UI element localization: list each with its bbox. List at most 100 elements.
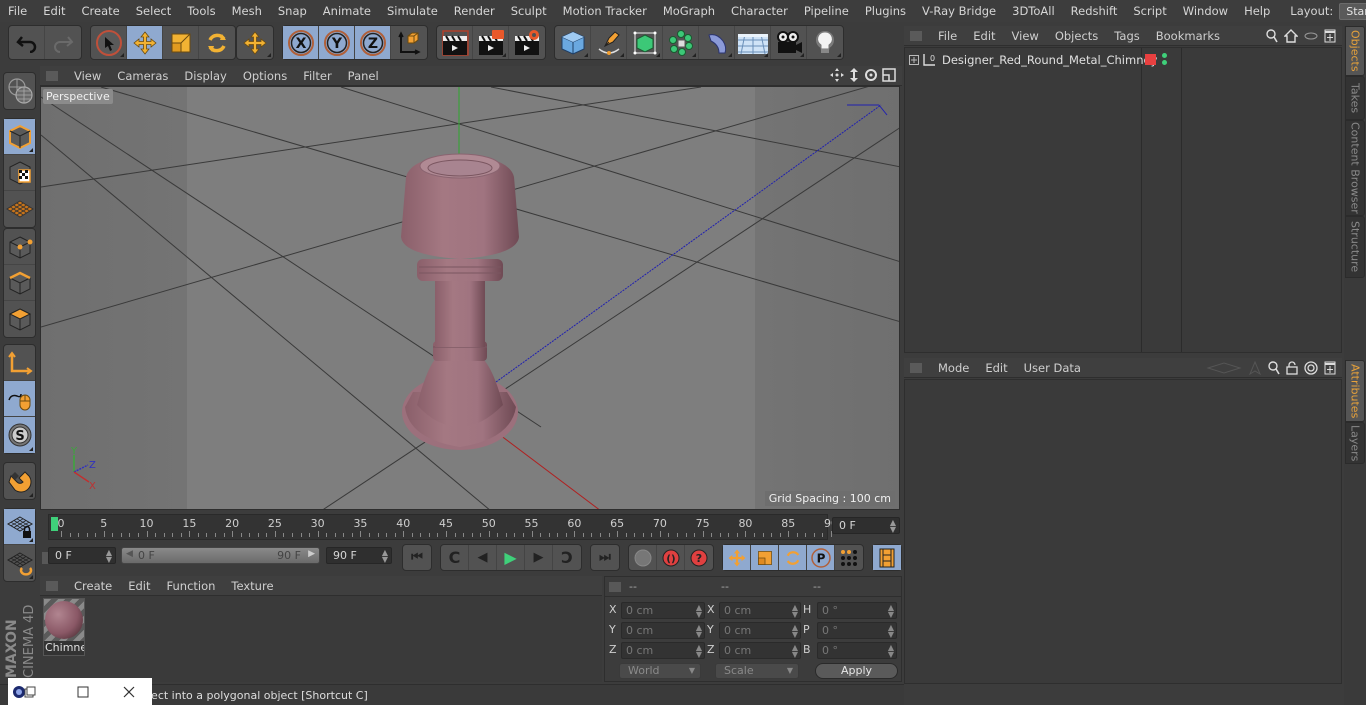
motion-path-button[interactable] xyxy=(629,545,657,570)
next-keyframe-button[interactable]: Ↄ xyxy=(553,545,581,570)
new-panel-icon[interactable] xyxy=(1324,29,1336,43)
live-selection-button[interactable] xyxy=(91,26,127,59)
render-view-button[interactable] xyxy=(437,26,473,59)
make-editable-button[interactable] xyxy=(4,73,35,109)
open-timeline-button[interactable] xyxy=(873,545,901,570)
deformer-button[interactable] xyxy=(699,26,735,59)
planar-workplane-button[interactable] xyxy=(4,545,35,581)
end-frame-field[interactable]: 90 F ▲ ▼ xyxy=(326,547,392,564)
panel-grip-icon[interactable] xyxy=(609,582,621,592)
menu-file[interactable]: File xyxy=(0,4,35,18)
edges-mode-button[interactable] xyxy=(4,265,35,301)
polygons-mode-button[interactable] xyxy=(4,301,35,337)
menu-character[interactable]: Character xyxy=(723,4,796,18)
viewport-menu-view[interactable]: View xyxy=(66,69,109,83)
material-menu-create[interactable]: Create xyxy=(66,579,120,593)
coordinate-space-dropdown[interactable]: World ▼ xyxy=(619,663,701,679)
move-tool-button[interactable] xyxy=(127,26,163,59)
object-menu-bookmarks[interactable]: Bookmarks xyxy=(1148,29,1228,43)
position-y-field[interactable]: 0 cm ▲ ▼ xyxy=(621,622,705,639)
panel-grip-icon[interactable] xyxy=(910,362,922,373)
key-scale-button[interactable] xyxy=(751,545,779,570)
menu-plugins[interactable]: Plugins xyxy=(857,4,914,18)
menu-mograph[interactable]: MoGraph xyxy=(655,4,723,18)
menu-snap[interactable]: Snap xyxy=(270,4,315,18)
cloner-button[interactable] xyxy=(663,26,699,59)
layer-color-swatch[interactable] xyxy=(1145,54,1156,65)
menu-render[interactable]: Render xyxy=(446,4,503,18)
material-menu-function[interactable]: Function xyxy=(159,579,224,593)
object-name[interactable]: Designer_Red_Round_Metal_Chimney xyxy=(942,53,1157,67)
tab-structure[interactable]: Structure xyxy=(1345,216,1365,278)
redo-button[interactable] xyxy=(45,26,81,59)
scale-tool-button[interactable] xyxy=(163,26,199,59)
menu-edit[interactable]: Edit xyxy=(35,4,73,18)
size-z-field[interactable]: 0 cm ▲ ▼ xyxy=(719,642,801,659)
menu-help[interactable]: Help xyxy=(1236,4,1278,18)
menu-mesh[interactable]: Mesh xyxy=(224,4,270,18)
apply-button[interactable]: Apply xyxy=(815,663,898,679)
key-pla-button[interactable] xyxy=(835,545,863,570)
enable-axis-button[interactable] xyxy=(4,345,35,381)
light-button[interactable] xyxy=(807,26,843,59)
snap-button[interactable] xyxy=(4,463,35,499)
y-axis-lock-button[interactable]: Y xyxy=(319,26,355,59)
viewport-menu-options[interactable]: Options xyxy=(235,69,295,83)
visibility-dots[interactable] xyxy=(1162,53,1167,65)
menu-create[interactable]: Create xyxy=(74,4,128,18)
range-left-arrow-icon[interactable]: ◀ xyxy=(126,549,133,559)
attribute-menu-mode[interactable]: Mode xyxy=(930,361,977,375)
key-parameter-button[interactable]: P xyxy=(807,545,835,570)
next-frame-button[interactable]: ▶ xyxy=(525,545,553,570)
menu-motion-tracker[interactable]: Motion Tracker xyxy=(555,4,655,18)
size-y-field[interactable]: 0 cm ▲ ▼ xyxy=(719,622,801,639)
object-menu-file[interactable]: File xyxy=(930,29,965,43)
key-rotation-button[interactable] xyxy=(779,545,807,570)
object-row[interactable]: 0 Designer_Red_Round_Metal_Chimney xyxy=(905,51,1341,69)
render-visibility-icon[interactable] xyxy=(1162,60,1167,65)
toggle-view-layout-icon[interactable] xyxy=(882,68,896,82)
tab-layers[interactable]: Layers xyxy=(1345,422,1365,464)
tab-attributes[interactable]: Attributes xyxy=(1345,360,1365,422)
menu-window[interactable]: Window xyxy=(1175,4,1236,18)
size-x-field[interactable]: 0 cm ▲ ▼ xyxy=(719,602,801,619)
pan-view-icon[interactable] xyxy=(830,68,844,82)
points-mode-button[interactable] xyxy=(4,229,35,265)
transform-mode-dropdown[interactable]: Scale ▼ xyxy=(715,663,799,679)
zoom-view-icon[interactable] xyxy=(848,68,860,82)
menu-select[interactable]: Select xyxy=(128,4,179,18)
cube-button[interactable] xyxy=(555,26,591,59)
position-x-field[interactable]: 0 cm ▲ ▼ xyxy=(621,602,705,619)
up-arrow-icon[interactable] xyxy=(1248,361,1262,375)
previous-frame-button[interactable]: ◀ xyxy=(469,545,497,570)
pen-spline-button[interactable] xyxy=(591,26,627,59)
rotation-h-field[interactable]: 0 ° ▲ ▼ xyxy=(817,602,897,619)
menu-vray-bridge[interactable]: V-Ray Bridge xyxy=(914,4,1004,18)
rotation-b-field[interactable]: 0 ° ▲ ▼ xyxy=(817,642,897,659)
tab-objects[interactable]: Objects xyxy=(1345,26,1365,76)
coordinate-system-button[interactable] xyxy=(391,26,427,59)
home-icon[interactable] xyxy=(1284,29,1298,43)
frame-range-slider[interactable]: ◀ 0 F 90 F ▶ xyxy=(121,547,320,564)
maximize-button[interactable] xyxy=(60,678,106,705)
material-menu-texture[interactable]: Texture xyxy=(223,579,281,593)
render-settings-button[interactable] xyxy=(509,26,545,59)
recent-tool-button[interactable] xyxy=(237,26,273,59)
search-icon[interactable] xyxy=(1266,29,1278,43)
solo-button[interactable]: S xyxy=(4,417,35,453)
floor-button[interactable] xyxy=(735,26,771,59)
perspective-viewport[interactable]: Y Z X Perspective Grid Spacing : 100 cm xyxy=(40,86,900,510)
target-icon[interactable] xyxy=(1304,361,1318,375)
autokeying-button[interactable]: ? xyxy=(685,545,713,570)
go-to-end-button[interactable]: ⏭ xyxy=(591,545,619,570)
position-z-field[interactable]: 0 cm ▲ ▼ xyxy=(621,642,705,659)
lock-icon[interactable] xyxy=(1286,361,1298,375)
range-right-arrow-icon[interactable]: ▶ xyxy=(308,549,315,559)
menu-tools[interactable]: Tools xyxy=(179,4,223,18)
menu-pipeline[interactable]: Pipeline xyxy=(796,4,857,18)
panel-grip-icon[interactable] xyxy=(46,580,58,591)
subdivision-surface-button[interactable] xyxy=(627,26,663,59)
current-frame-field[interactable]: 0 F ▲ ▼ xyxy=(832,517,900,534)
rotation-p-field[interactable]: 0 ° ▲ ▼ xyxy=(817,622,897,639)
render-picture-viewer-button[interactable] xyxy=(473,26,509,59)
